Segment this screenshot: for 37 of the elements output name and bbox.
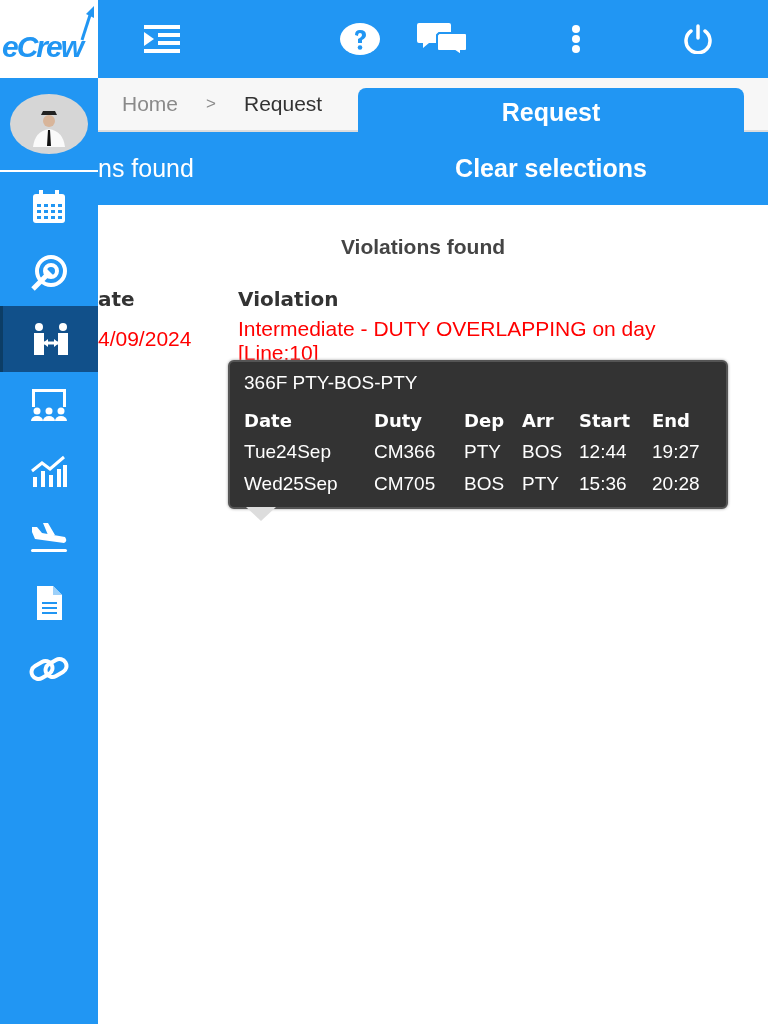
- date-cell-text: 4/09/2024: [98, 327, 193, 352]
- tooltip-title: 366F PTY-BOS-PTY: [244, 372, 419, 394]
- tooltip-column-header: Start: [579, 410, 632, 431]
- tooltip-cell-text: Wed25Sep: [244, 473, 339, 495]
- tooltip-cell-text: PTY: [464, 441, 502, 463]
- tooltip-pointer: [246, 507, 276, 523]
- tooltip-cell-text: 19:27: [652, 441, 701, 463]
- chat-icon[interactable]: [417, 23, 467, 55]
- violation-text: Intermediate - DUTY OVERLAPPING on day: [238, 317, 657, 341]
- sidebar-item[interactable]: [0, 306, 98, 372]
- help-icon[interactable]: [340, 23, 380, 55]
- tooltip-column-header: Date: [244, 410, 293, 431]
- target-arrow-icon: [29, 253, 69, 293]
- tooltip-cell-text: CM366: [374, 441, 437, 463]
- tooltip-column-header: End: [652, 410, 691, 431]
- tooltip-column-header: Dep: [464, 410, 506, 431]
- tooltip-cell-text: 20:28: [652, 473, 701, 495]
- column-header: ate: [98, 287, 136, 311]
- breadcrumb-separator: >: [206, 94, 216, 114]
- breadcrumb-link[interactable]: Request: [243, 92, 323, 116]
- tooltip-cell-text: BOS: [522, 441, 564, 463]
- power-icon[interactable]: [683, 24, 713, 54]
- tooltip-column-header: Arr: [522, 410, 555, 431]
- avatar[interactable]: [9, 93, 89, 155]
- tooltip-cell-text: PTY: [522, 473, 560, 495]
- breadcrumb-link[interactable]: Home: [122, 92, 179, 116]
- tooltip-cell-text: CM705: [374, 473, 437, 495]
- more-options-icon[interactable]: [571, 25, 581, 53]
- section-title: Violations found: [339, 235, 507, 259]
- tooltip-cell-text: 12:44: [579, 441, 628, 463]
- menu-icon[interactable]: [144, 25, 180, 53]
- panel-heading: ns found: [98, 154, 195, 183]
- tooltip-cell-text: Tue24Sep: [244, 441, 332, 463]
- tooltip-column-header: Duty: [374, 410, 424, 431]
- tooltip-cell-text: BOS: [464, 473, 506, 495]
- column-header: Violation: [238, 287, 340, 311]
- tooltip-cell-text: 15:36: [579, 473, 628, 495]
